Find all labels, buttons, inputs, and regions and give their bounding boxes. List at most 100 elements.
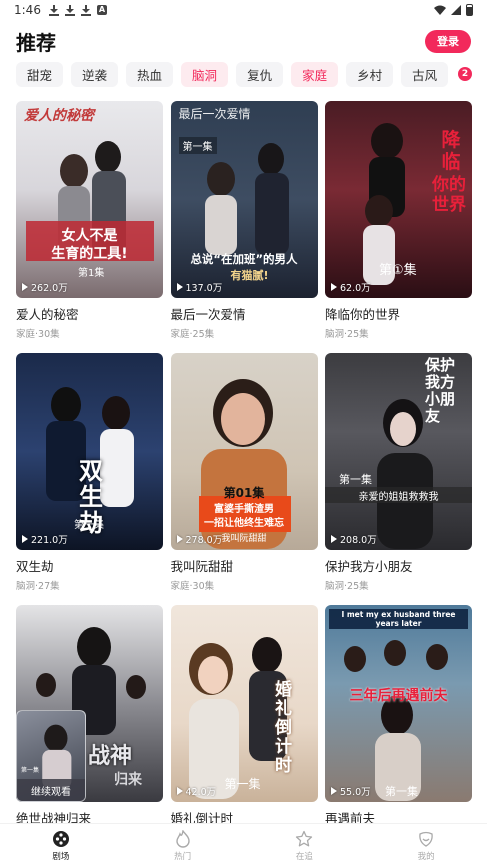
drama-card[interactable]: I met my ex husband three years later 三年… [325, 605, 472, 857]
category-chip[interactable]: 甜宠 [16, 62, 64, 87]
play-icon [176, 535, 183, 543]
page-title: 推荐 [16, 30, 56, 55]
drama-poster[interactable]: 降临 你的世界 第①集 62.0万 [325, 101, 472, 298]
play-count: 42.0万 [176, 784, 216, 798]
drama-title[interactable]: 双生劫 [16, 556, 163, 575]
poster-caption: 富婆手撕渣男 [214, 504, 274, 515]
category-count-badge[interactable]: 2 [458, 67, 472, 81]
drama-meta: 家庭·25集 [170, 329, 215, 340]
drama-card[interactable]: 降临 你的世界 第①集 62.0万 降临你的世界 脑洞·25集 [325, 101, 472, 353]
poster-subtitle: I met my ex husband three years later [329, 609, 468, 629]
drama-card[interactable]: 爱人的秘密 女人不是 生育的工具! 第1集 262.0万 爱人的秘密 家庭·30… [16, 101, 163, 353]
play-icon [331, 787, 337, 795]
nav-label: 剧场 [52, 851, 70, 862]
app-notification-icon: A [96, 5, 107, 15]
category-chip-selected[interactable]: 家庭 [291, 62, 339, 87]
bottom-nav: 剧场 热门 在追 我的 [0, 823, 487, 867]
poster-caption: 女人不是 [61, 228, 118, 244]
drama-meta: 脑洞·25集 [325, 581, 369, 592]
category-chip[interactable]: 乡村 [346, 62, 394, 87]
drama-card[interactable]: 保护我方小朋友 第一集 亲爱的姐姐救救我 208.0万 保护我方小朋友 脑洞·2… [325, 353, 472, 605]
play-count-value: 208.0万 [340, 535, 377, 546]
poster-subtitle: 亲爱的姐姐救救我 [358, 492, 439, 503]
download-icon [48, 4, 59, 16]
drama-poster[interactable]: I met my ex husband three years later 三年… [325, 605, 472, 802]
drama-title[interactable]: 我叫阮甜甜 [171, 556, 318, 575]
play-count-value: 62.0万 [340, 283, 371, 294]
category-chip[interactable]: 古风 [401, 62, 449, 87]
play-icon [22, 535, 28, 543]
poster-caption: 保护我方小朋友 [425, 356, 456, 425]
drama-title[interactable]: 最后一次爱情 [171, 304, 318, 323]
theater-icon [52, 830, 69, 847]
play-count-value: 262.0万 [31, 283, 68, 294]
play-icon [22, 283, 28, 291]
nav-item-theater[interactable]: 剧场 [0, 824, 122, 867]
play-count: 208.0万 [331, 532, 377, 546]
play-count: 137.0万 [176, 280, 223, 294]
continue-watching-widget[interactable]: 第一集 继续观看 [16, 710, 86, 802]
drama-poster[interactable]: 婚礼倒计时 第一集 42.0万 [170, 605, 318, 802]
drama-meta: 家庭·30集 [16, 329, 60, 340]
play-count: 62.0万 [331, 280, 371, 294]
poster-caption: 降临 [441, 129, 461, 173]
nav-label: 在追 [295, 851, 313, 862]
drama-card[interactable]: 婚礼倒计时 第一集 42.0万 婚礼倒计时 [170, 605, 318, 857]
category-chip-selected[interactable]: 脑洞 [181, 62, 229, 87]
play-count: 278.0万 [176, 532, 222, 546]
play-count: 262.0万 [22, 280, 68, 294]
nav-item-profile[interactable]: 我的 [365, 824, 487, 867]
poster-caption: 你的世界 [432, 175, 466, 215]
star-icon [296, 830, 313, 846]
poster-caption: 归来 [114, 772, 142, 788]
drama-meta: 脑洞·27集 [16, 581, 60, 592]
nav-label: 我的 [417, 851, 435, 862]
drama-title[interactable]: 降临你的世界 [325, 304, 472, 323]
status-bar: 1:46 A [0, 0, 487, 20]
drama-card[interactable]: 最后一次爱情 第一集 总说“在加班”的男人 有猫腻! 137.0万 最后一次爱情… [170, 101, 318, 353]
header: 推荐 登录 [16, 28, 471, 55]
play-icon [331, 283, 337, 291]
play-icon [176, 283, 183, 291]
poster-caption: 婚礼倒计时 [275, 680, 292, 776]
play-count-value: 55.0万 [340, 787, 371, 798]
continue-watching-episode: 第一集 [21, 767, 40, 774]
play-count: 221.0万 [22, 532, 68, 546]
drama-meta: 脑洞·25集 [325, 329, 369, 340]
drama-meta: 家庭·30集 [170, 581, 215, 592]
drama-poster[interactable]: 爱人的秘密 女人不是 生育的工具! 第1集 262.0万 [16, 101, 163, 298]
poster-episode: 第1集 [78, 268, 105, 279]
poster-episode: 第一集 [339, 473, 372, 486]
download-icon [80, 4, 91, 16]
poster-logo: 最后一次爱情 [178, 107, 251, 121]
continue-watching-label[interactable]: 继续观看 [17, 779, 85, 801]
poster-caption: 生育的工具! [51, 246, 128, 262]
drama-title[interactable]: 保护我方小朋友 [325, 556, 472, 575]
login-button[interactable]: 登录 [425, 29, 471, 53]
drama-card[interactable]: 双生劫 第一集 221.0万 双生劫 脑洞·27集 [16, 353, 163, 605]
category-chip[interactable]: 复仇 [236, 62, 284, 87]
poster-episode: 第一集 [74, 520, 104, 531]
drama-card[interactable]: 第01集 富婆手撕渣男 一招让他终生难忘 我叫阮甜甜 278.0万 我叫阮甜甜 … [170, 353, 318, 605]
drama-poster[interactable]: 最后一次爱情 第一集 总说“在加班”的男人 有猫腻! 137.0万 [170, 101, 318, 298]
drama-title[interactable]: 爱人的秘密 [16, 304, 163, 323]
drama-poster[interactable]: 保护我方小朋友 第一集 亲爱的姐姐救救我 208.0万 [325, 353, 472, 550]
poster-caption: 有猫腻! [230, 269, 269, 282]
nav-item-popular[interactable]: 热门 [122, 824, 244, 867]
poster-caption: 总说“在加班”的男人 [190, 252, 298, 266]
battery-icon [466, 4, 473, 16]
poster-episode: 第一集 [224, 777, 261, 791]
poster-episode: 第①集 [379, 263, 417, 278]
poster-episode: 第一集 [385, 785, 418, 798]
drama-poster[interactable]: 双生劫 第一集 221.0万 [16, 353, 163, 550]
wifi-icon [434, 5, 446, 15]
category-chip[interactable]: 热血 [126, 62, 174, 87]
poster-caption: 三年后再遇前夫 [349, 688, 448, 704]
category-chip[interactable]: 逆袭 [71, 62, 119, 87]
play-count-value: 137.0万 [185, 283, 223, 294]
play-count: 55.0万 [331, 784, 371, 798]
nav-item-following[interactable]: 在追 [244, 824, 366, 867]
category-tabs: 甜宠 逆袭 热血 脑洞 复仇 家庭 乡村 古风 年 [16, 62, 456, 88]
signal-icon [451, 5, 461, 15]
drama-poster[interactable]: 第01集 富婆手撕渣男 一招让他终生难忘 我叫阮甜甜 278.0万 [170, 353, 318, 550]
